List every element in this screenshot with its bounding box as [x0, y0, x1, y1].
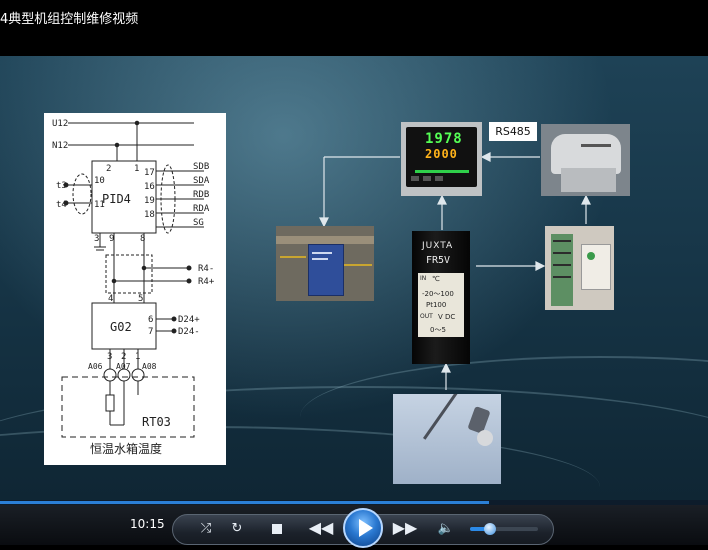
elapsed-time: 10:15	[130, 517, 165, 531]
rs485-label: RS485	[489, 122, 537, 141]
pv-display: 1978	[425, 131, 463, 147]
fast-forward-icon[interactable]: ▶▶	[390, 517, 420, 539]
sv-display: 2000	[425, 147, 458, 161]
seek-bar-fill	[0, 501, 489, 504]
shuffle-icon[interactable]: ⤮	[196, 518, 216, 540]
out-range-label: 0～5	[430, 326, 446, 334]
terminal-block-photo	[545, 226, 614, 310]
volume-slider[interactable]	[470, 523, 538, 535]
volume-icon[interactable]: 🔈	[436, 518, 456, 540]
vdc-label: V DC	[438, 313, 456, 321]
range-label: -20～100	[422, 290, 454, 298]
rewind-icon[interactable]: ◀◀	[306, 517, 336, 539]
isolation-module-photo	[276, 226, 374, 301]
window-title: 4典型机组控制维修视频	[0, 12, 139, 27]
title-bar: 4典型机组控制维修视频	[0, 0, 708, 56]
video-area[interactable]: U12 N12 2 1 PID4 17 16 19 18 SDB SDA RDB…	[0, 56, 708, 500]
recorder-photo	[541, 124, 630, 196]
in-label: IN	[420, 275, 427, 282]
temperature-transmitter-photo: JUXTA FR5V IN ℃ -20～100 Pt100 OUT V DC 0…	[412, 231, 470, 364]
pt-label: Pt100	[426, 301, 447, 309]
pt100-sensor-photo	[393, 394, 501, 484]
play-icon[interactable]	[343, 508, 383, 548]
repeat-icon[interactable]: ↻	[227, 518, 247, 540]
model-label: FR5V	[426, 255, 451, 266]
brand-label: JUXTA	[422, 241, 454, 251]
out-label: OUT	[420, 313, 433, 320]
stop-icon[interactable]	[266, 518, 288, 540]
unit-label: ℃	[432, 275, 440, 283]
temperature-controller-photo: 1978 2000	[401, 122, 482, 196]
